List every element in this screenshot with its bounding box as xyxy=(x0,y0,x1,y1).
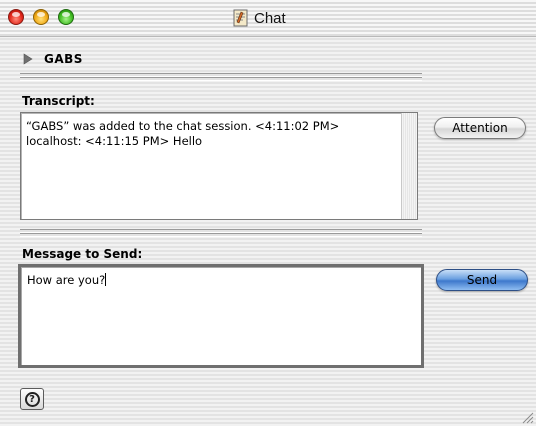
window-title-group: Chat xyxy=(232,8,286,28)
message-input[interactable]: How are you? xyxy=(18,264,424,368)
resize-grip-icon[interactable] xyxy=(520,410,534,424)
attention-button[interactable]: Attention xyxy=(434,117,526,139)
message-text: How are you? xyxy=(27,273,107,287)
send-button-label: Send xyxy=(466,273,498,287)
help-icon: ? xyxy=(24,391,40,407)
message-value: How are you? xyxy=(27,273,106,287)
message-label: Message to Send: xyxy=(22,247,143,261)
transcript-label: Transcript: xyxy=(22,94,95,108)
attention-button-label: Attention xyxy=(452,121,508,135)
send-button[interactable]: Send xyxy=(436,269,528,291)
divider xyxy=(20,77,422,81)
title-bar[interactable]: Chat xyxy=(0,0,536,37)
transcript-text: “GABS” was added to the chat session. <4… xyxy=(26,119,340,148)
document-icon xyxy=(233,9,248,27)
chat-window: Chat GABS Transcript: “GABS” was added t… xyxy=(0,0,536,426)
minimize-button[interactable] xyxy=(33,9,49,25)
divider xyxy=(20,233,422,237)
transcript-area[interactable]: “GABS” was added to the chat session. <4… xyxy=(20,112,418,220)
disclosure-triangle-icon[interactable] xyxy=(22,53,34,65)
text-caret xyxy=(105,273,107,286)
participant-name: GABS xyxy=(44,52,83,66)
close-button[interactable] xyxy=(8,9,24,25)
zoom-button[interactable] xyxy=(58,9,74,25)
transcript-scrollbar[interactable] xyxy=(401,113,417,219)
help-button[interactable]: ? xyxy=(20,388,44,410)
window-title: Chat xyxy=(254,9,286,27)
